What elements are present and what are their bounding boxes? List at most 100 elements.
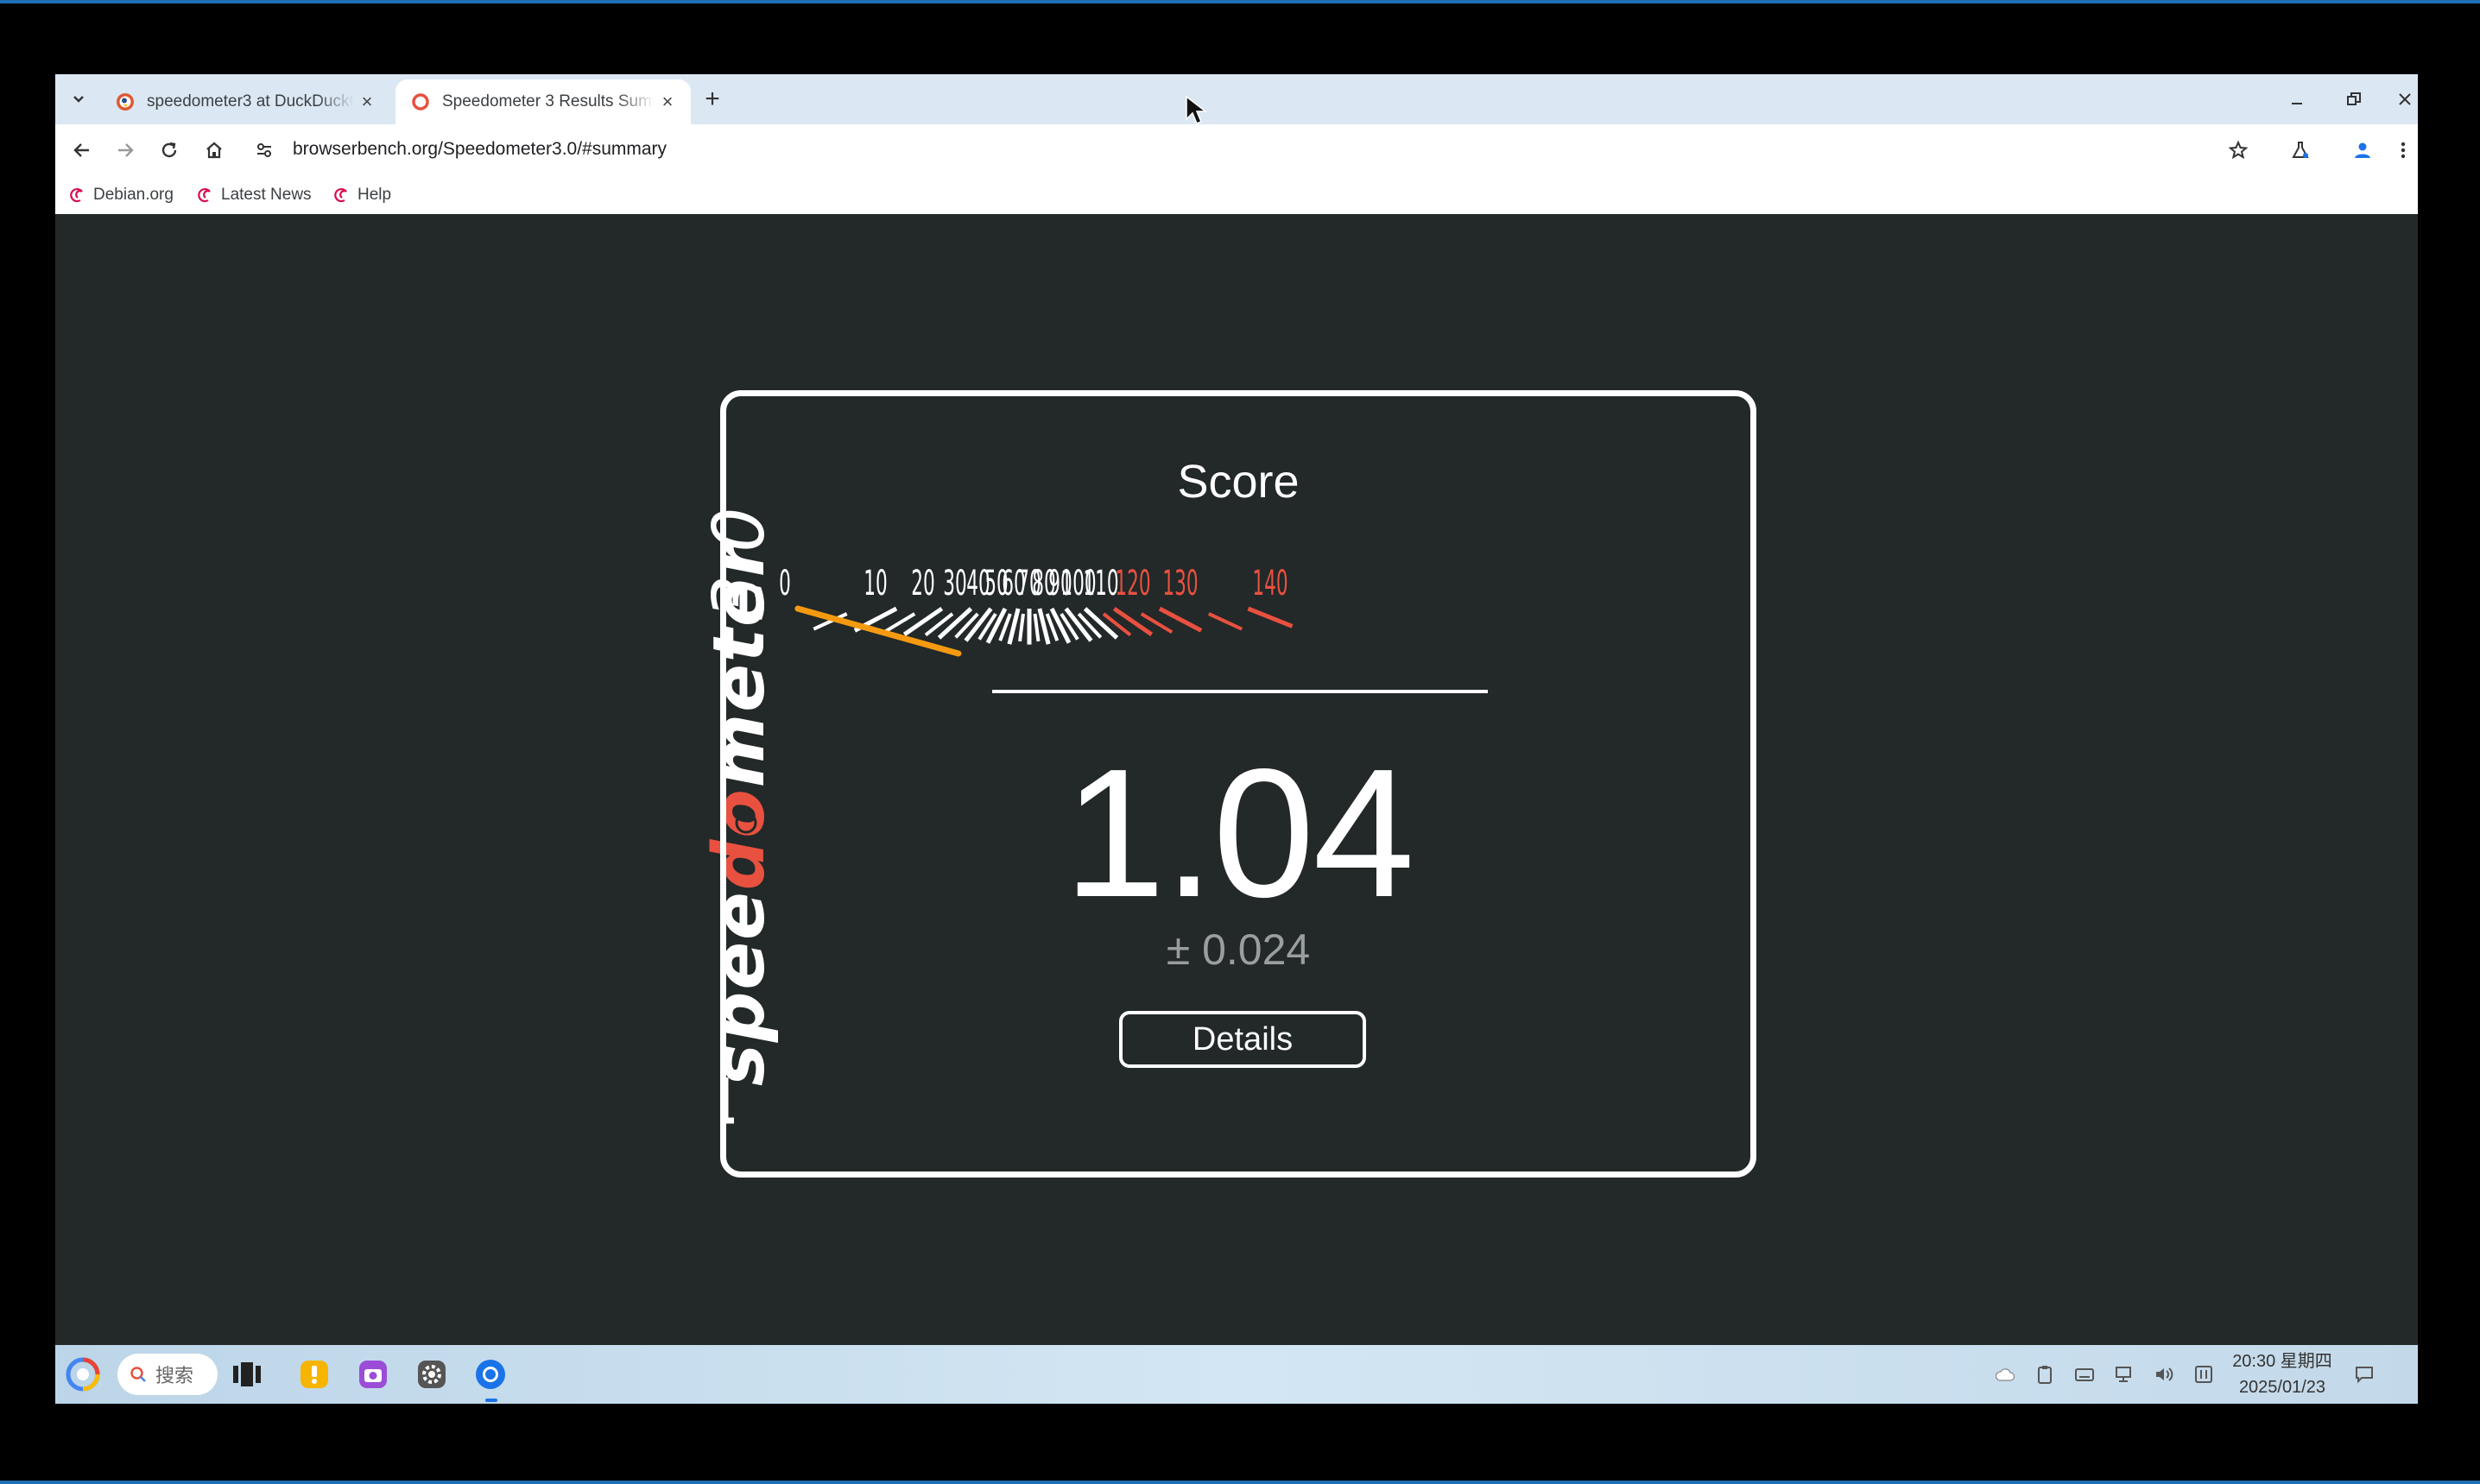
gauge-divider	[992, 690, 1488, 693]
score-gauge: 0 10 20 30 405060708090100110120 130 140	[779, 562, 1294, 657]
gauge-label: 120	[1115, 562, 1150, 603]
gauge-tick	[902, 606, 944, 636]
bookmarks-bar: Debian.org Latest News Help	[55, 176, 2418, 214]
new-tab-button[interactable]: +	[696, 83, 729, 116]
debian-swirl-icon	[334, 187, 347, 203]
input-method-icon[interactable]	[2192, 1362, 2216, 1386]
screen-bottom-border	[0, 1481, 2480, 1484]
page-content: speedometer 3.0 Score 0 10 20 30 40 50 60 70 80 9…	[55, 214, 2418, 1336]
gauge-label: 130	[1162, 562, 1198, 603]
close-tab-icon[interactable]: ×	[655, 89, 680, 115]
active-app-indicator	[485, 1399, 497, 1402]
notification-button[interactable]	[2352, 1362, 2376, 1386]
screen-top-border	[0, 0, 2480, 3]
tab-search-button[interactable]	[62, 83, 95, 116]
home-button[interactable]	[195, 131, 233, 169]
browser-app-icon	[476, 1360, 505, 1389]
flask-icon	[2292, 142, 2309, 158]
notes-app-icon	[301, 1361, 328, 1388]
forward-button[interactable]	[106, 131, 144, 169]
minimize-button[interactable]	[2280, 83, 2314, 116]
search-icon	[130, 1367, 146, 1382]
tab-strip: speedometer3 at DuckDuckGo × Speedometer…	[55, 74, 2418, 124]
address-bar[interactable]: browserbench.org/Speedometer3.0/#summary	[293, 139, 667, 160]
debian-swirl-icon	[198, 187, 211, 203]
restore-icon	[2347, 92, 2361, 105]
volume-icon[interactable]	[2152, 1362, 2176, 1386]
gauge-label: 0	[779, 562, 791, 603]
site-settings-icon[interactable]	[252, 138, 276, 162]
taskbar-clock[interactable]: 20:30 星期四 2025/01/23	[2226, 1348, 2338, 1400]
gauge-label: 110	[1083, 562, 1118, 603]
back-button[interactable]	[63, 131, 101, 169]
navigation-toolbar: browserbench.org/Speedometer3.0/#summary	[55, 124, 2418, 176]
gauge-tick	[1007, 608, 1021, 645]
labs-button[interactable]	[2281, 131, 2319, 169]
tab-duckduckgo[interactable]: speedometer3 at DuckDuckGo ×	[100, 79, 390, 124]
clock-time: 20:30 星期四	[2232, 1352, 2332, 1371]
bookmark-star-button[interactable]	[2219, 131, 2257, 169]
gauge-tick	[1247, 606, 1294, 628]
close-window-button[interactable]	[2392, 83, 2418, 116]
gear-icon	[418, 1361, 446, 1388]
app-settings-button[interactable]	[411, 1354, 452, 1395]
desktop-screen: speedometer3 at DuckDuckGo × Speedometer…	[0, 0, 2480, 1484]
gauge-labels: 0 10 20 30 405060708090100110120 130 140	[779, 562, 1287, 603]
clock-date: 2025/01/23	[2238, 1378, 2326, 1397]
close-tab-icon[interactable]: ×	[354, 89, 380, 115]
tab-title: speedometer3 at DuckDuckGo	[147, 92, 354, 111]
app-camera-button[interactable]	[352, 1354, 394, 1395]
restore-button[interactable]	[2337, 83, 2371, 116]
home-icon	[206, 142, 222, 159]
score-margin-of-error: ± 0.024	[1166, 925, 1311, 974]
start-button[interactable]	[62, 1354, 104, 1395]
bookmark-latest-news[interactable]: Latest News	[197, 181, 312, 209]
profile-icon	[2355, 142, 2370, 158]
arrow-right-icon	[118, 143, 134, 157]
cloud-sync-icon[interactable]	[1993, 1362, 2017, 1386]
menu-button[interactable]	[2388, 131, 2418, 169]
bookmark-debian[interactable]: Debian.org	[69, 181, 174, 209]
more-vertical-icon	[2401, 142, 2406, 159]
gauge-tick	[937, 607, 973, 640]
score-value: 1.04	[1063, 730, 1415, 935]
browser-window: speedometer3 at DuckDuckGo × Speedometer…	[55, 74, 2418, 1404]
mouse-cursor-icon	[1186, 95, 1208, 124]
task-view-icon	[233, 1362, 261, 1386]
app-notes-button[interactable]	[294, 1354, 335, 1395]
keyboard-icon[interactable]	[2072, 1362, 2097, 1386]
gauge-tick	[1207, 612, 1243, 631]
gauge-label: 140	[1252, 562, 1287, 603]
bookmark-label: Help	[357, 186, 392, 204]
search-placeholder: 搜索	[155, 1365, 194, 1386]
gauge-label: 20	[911, 562, 934, 603]
gauge-tick	[1033, 613, 1041, 642]
network-icon[interactable]	[2112, 1362, 2136, 1386]
star-icon	[2228, 140, 2249, 160]
score-card: Score 0 10 20 30 40 50 60 70 80 90 100 110 120 130 140…	[720, 390, 1756, 1178]
gauge-tick	[1018, 613, 1025, 642]
profile-button[interactable]	[2344, 131, 2382, 169]
details-button[interactable]: Details	[1119, 1011, 1366, 1068]
speedometer-favicon-icon	[412, 93, 429, 111]
app-browser-button[interactable]	[470, 1354, 511, 1395]
task-view-button[interactable]	[226, 1354, 268, 1395]
clipboard-icon[interactable]	[2033, 1362, 2057, 1386]
tab-title: Speedometer 3 Results Summary	[442, 92, 655, 111]
close-icon	[2399, 93, 2411, 105]
taskbar-search-input[interactable]: 搜索	[117, 1354, 218, 1395]
gauge-label: 30	[943, 562, 966, 603]
bookmark-help[interactable]: Help	[333, 181, 391, 209]
reload-button[interactable]	[150, 131, 188, 169]
camera-app-icon	[359, 1361, 387, 1388]
tab-speedometer-results[interactable]: Speedometer 3 Results Summary ×	[395, 79, 691, 124]
launcher-icon	[66, 1357, 100, 1392]
bookmark-label: Debian.org	[93, 186, 174, 204]
taskbar: 搜索 20:30 星期四 2025/01/23	[55, 1345, 2418, 1404]
minimize-icon	[2292, 103, 2302, 104]
gauge-tick	[1112, 606, 1154, 636]
bookmark-label: Latest News	[221, 186, 312, 204]
duckduckgo-favicon-icon	[117, 93, 134, 111]
arrow-left-icon	[73, 143, 89, 157]
score-title: Score	[1177, 456, 1300, 508]
